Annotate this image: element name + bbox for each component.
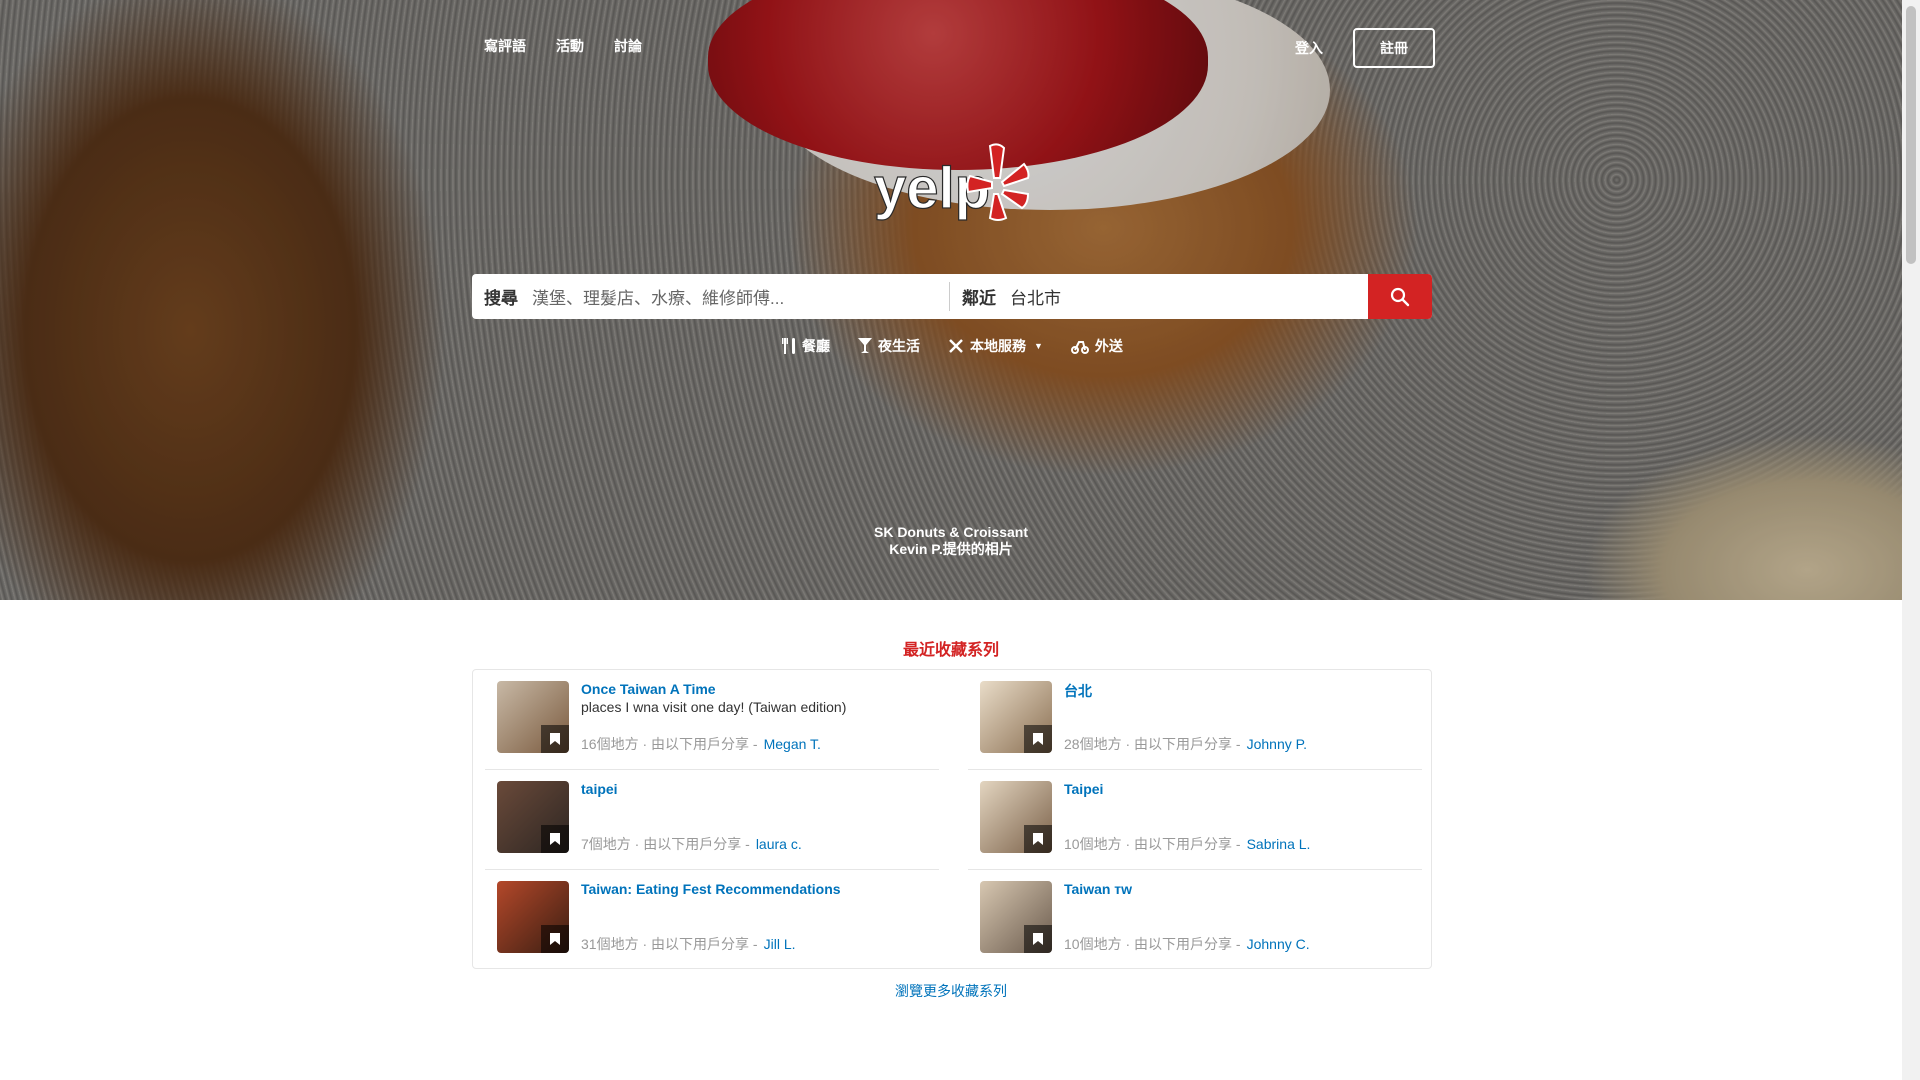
search-button[interactable]	[1368, 274, 1432, 319]
collection-title[interactable]: 台北	[1064, 681, 1092, 701]
search-bar: 搜尋 漢堡、理髮店、水療、維修師傅... 鄰近 台北市	[472, 274, 1432, 319]
collection-shared-by-label: 由以下用戶分享 -	[1134, 736, 1241, 752]
collection-meta: 7個地方 · 由以下用戶分享 - laura c.	[581, 834, 802, 854]
local-services-icon	[949, 339, 963, 353]
near-label: 鄰近	[962, 289, 996, 308]
signup-button[interactable]: 註冊	[1353, 28, 1435, 68]
chevron-down-icon: ▼	[1034, 341, 1043, 351]
browse-more-collections-link[interactable]: 瀏覽更多收藏系列	[0, 981, 1902, 1001]
meta-separator: ·	[638, 736, 652, 752]
collection-place-count: 16個地方	[581, 736, 639, 752]
collection-thumbnail[interactable]	[497, 681, 569, 753]
collection-meta: 31個地方 · 由以下用戶分享 - Jill L.	[581, 934, 796, 954]
collection-owner-link[interactable]: Johnny C.	[1247, 936, 1310, 952]
category-local-services[interactable]: 本地服務 ▼	[948, 336, 1043, 356]
nightlife-icon	[858, 338, 872, 353]
collection-thumbnail[interactable]	[980, 681, 1052, 753]
bookmark-icon	[541, 925, 569, 953]
yelp-logo[interactable]: yelp	[870, 142, 1040, 234]
collection-thumbnail[interactable]	[980, 881, 1052, 953]
category-restaurants[interactable]: 餐廳	[782, 336, 830, 356]
collection-title[interactable]: Taipei	[1064, 781, 1103, 797]
nav-talk[interactable]: 討論	[614, 36, 642, 56]
page-scrollbar[interactable]	[1902, 0, 1920, 1080]
collection-thumbnail[interactable]	[980, 781, 1052, 853]
bookmark-icon	[1024, 825, 1052, 853]
search-icon	[1390, 287, 1410, 306]
category-label: 本地服務	[970, 338, 1026, 354]
photo-attribution: Kevin P.提供的相片	[0, 541, 1902, 558]
collection-place-count: 7個地方	[581, 836, 631, 852]
collection-shared-by-label: 由以下用戶分享 -	[1134, 936, 1241, 952]
account-links: 登入 註冊	[1295, 28, 1435, 68]
collection-shared-by-label: 由以下用戶分享 -	[643, 836, 750, 852]
category-links: 餐廳 夜生活 本地服務 ▼ 外送	[782, 336, 1123, 356]
collection-owner-link[interactable]: Megan T.	[764, 736, 821, 752]
category-label: 夜生活	[878, 338, 920, 354]
nav-events[interactable]: 活動	[556, 36, 584, 56]
collection-card[interactable]: taipei 7個地方 · 由以下用戶分享 - laura c.	[485, 770, 939, 870]
login-link[interactable]: 登入	[1295, 38, 1323, 58]
find-label: 搜尋	[484, 289, 518, 308]
collection-owner-link[interactable]: Johnny P.	[1247, 736, 1307, 752]
collection-card[interactable]: 台北 28個地方 · 由以下用戶分享 - Johnny P.	[968, 670, 1422, 770]
collection-place-count: 10個地方	[1064, 836, 1122, 852]
collection-owner-link[interactable]: laura c.	[756, 836, 802, 852]
find-input[interactable]: 漢堡、理髮店、水療、維修師傅...	[532, 284, 784, 309]
photo-business-name[interactable]: SK Donuts & Croissant	[0, 524, 1902, 541]
collection-card[interactable]: Taiwan: Eating Fest Recommendations 31個地方…	[485, 870, 939, 970]
collection-place-count: 10個地方	[1064, 936, 1122, 952]
collection-meta: 16個地方 · 由以下用戶分享 - Megan T.	[581, 734, 821, 754]
delivery-icon	[1070, 341, 1089, 354]
collection-owner-link[interactable]: Sabrina L.	[1247, 836, 1311, 852]
photo-user[interactable]: Kevin P.	[889, 541, 942, 557]
meta-separator: ·	[1121, 736, 1135, 752]
collection-shared-by-label: 由以下用戶分享 -	[1134, 836, 1241, 852]
collection-title[interactable]: Once Taiwan A Time	[581, 681, 716, 697]
collections-grid: Once Taiwan A Time places I wna visit one…	[472, 669, 1432, 969]
collection-owner-link[interactable]: Jill L.	[764, 936, 796, 952]
bookmark-icon	[1024, 925, 1052, 953]
collection-card[interactable]: Taipei 10個地方 · 由以下用戶分享 - Sabrina L.	[968, 770, 1422, 870]
collection-shared-by-label: 由以下用戶分享 -	[651, 936, 758, 952]
collection-title[interactable]: Taiwan: Eating Fest Recommendations	[581, 881, 841, 897]
near-input[interactable]: 台北市	[1010, 284, 1061, 309]
collection-card[interactable]: Once Taiwan A Time places I wna visit one…	[485, 670, 939, 770]
category-label: 餐廳	[802, 338, 830, 354]
hero-banner: 寫評語 活動 討論 登入 註冊 yelp 搜尋 漢堡、理髮店、水療、維修師傅..…	[0, 0, 1902, 600]
collection-place-count: 31個地方	[581, 936, 639, 952]
collection-title[interactable]: Taiwan тw	[1064, 881, 1132, 897]
meta-separator: ·	[1121, 936, 1135, 952]
bookmark-icon	[541, 825, 569, 853]
collection-description: places I wna visit one day! (Taiwan edit…	[581, 699, 847, 715]
nav-write-review[interactable]: 寫評語	[484, 36, 526, 56]
top-nav: 寫評語 活動 討論	[484, 36, 642, 56]
collection-meta: 28個地方 · 由以下用戶分享 - Johnny P.	[1064, 734, 1307, 754]
collection-thumbnail[interactable]	[497, 781, 569, 853]
collection-shared-by-label: 由以下用戶分享 -	[651, 736, 758, 752]
photo-credit-suffix: 提供的相片	[942, 541, 1013, 557]
collection-meta: 10個地方 · 由以下用戶分享 - Sabrina L.	[1064, 834, 1310, 854]
collection-thumbnail[interactable]	[497, 881, 569, 953]
collection-card[interactable]: Taiwan тw 10個地方 · 由以下用戶分享 - Johnny C.	[968, 870, 1422, 970]
near-field[interactable]: 鄰近 台北市	[949, 282, 1368, 311]
restaurant-icon	[782, 338, 795, 354]
meta-separator: ·	[638, 936, 652, 952]
photo-credit: SK Donuts & Croissant Kevin P.提供的相片	[0, 524, 1902, 558]
collection-place-count: 28個地方	[1064, 736, 1122, 752]
meta-separator: ·	[1121, 836, 1135, 852]
find-field[interactable]: 搜尋 漢堡、理髮店、水療、維修師傅...	[472, 274, 949, 319]
category-delivery[interactable]: 外送	[1070, 336, 1123, 356]
recent-collections-title: 最近收藏系列	[902, 642, 999, 659]
collection-meta: 10個地方 · 由以下用戶分享 - Johnny C.	[1064, 934, 1310, 954]
bookmark-icon	[541, 725, 569, 753]
category-nightlife[interactable]: 夜生活	[858, 336, 920, 356]
meta-separator: ·	[630, 836, 644, 852]
category-label: 外送	[1094, 338, 1123, 354]
collection-title[interactable]: taipei	[581, 781, 618, 797]
scrollbar-thumb[interactable]	[1906, 6, 1916, 264]
bookmark-icon	[1024, 725, 1052, 753]
